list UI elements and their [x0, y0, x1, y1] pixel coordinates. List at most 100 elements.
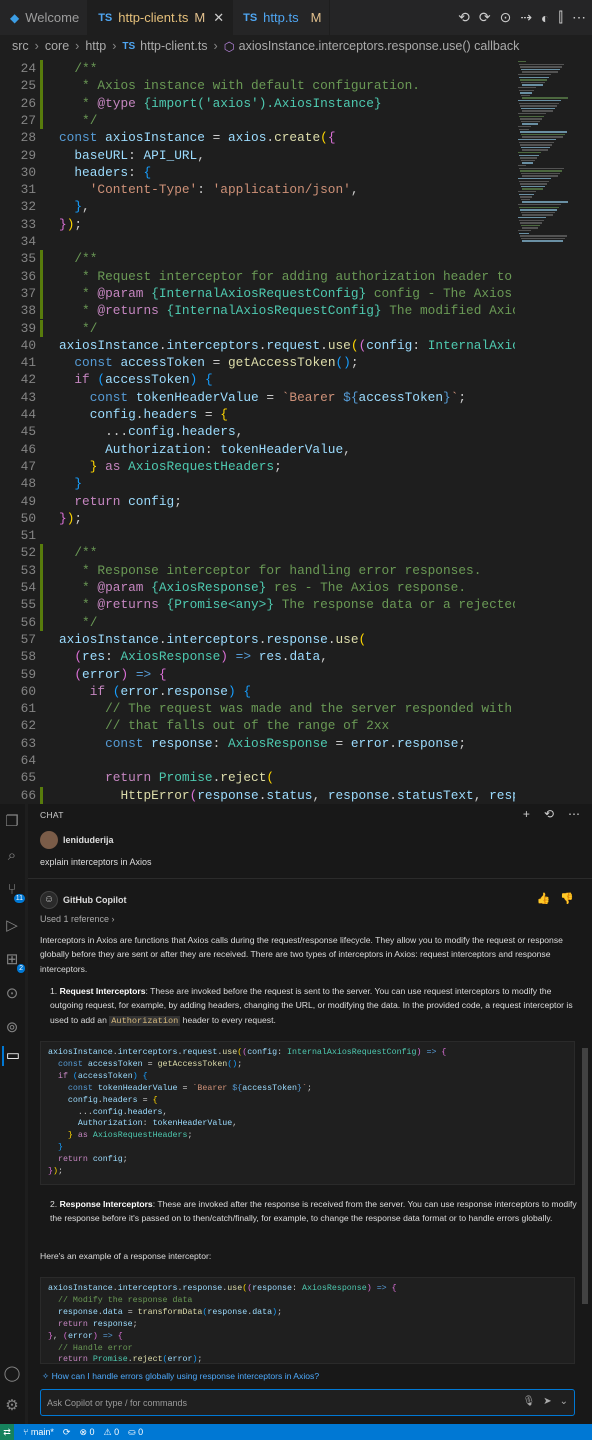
code-line[interactable]: 26 * @type {import('axios').AxiosInstanc… [0, 94, 515, 112]
code-line[interactable]: 25 * Axios instance with default configu… [0, 77, 515, 95]
code-line[interactable]: 46 Authorization: tokenHeaderValue, [0, 441, 515, 458]
code-line[interactable]: 61 // The request was made and the serve… [0, 700, 515, 717]
breadcrumb-http[interactable]: http [85, 39, 106, 53]
code-line[interactable]: 53 * Response interceptor for handling e… [0, 561, 515, 579]
go-back-icon[interactable]: ⟳ [479, 9, 491, 26]
branch-indicator[interactable]: ⑂ main* [23, 1427, 54, 1437]
code-line[interactable]: 64 [0, 752, 515, 769]
tab-http-client[interactable]: TS http-client.ts M ✕ [88, 0, 234, 35]
code-line[interactable]: 52 /** [0, 544, 515, 562]
code-line[interactable]: 24 /** [0, 60, 515, 78]
code-line[interactable]: 54 * @param {AxiosResponse} res - The Ax… [0, 579, 515, 597]
code-line[interactable]: 59 (error) => { [0, 666, 515, 683]
code-line[interactable]: 47 } as AxiosRequestHeaders; [0, 458, 515, 475]
remote-indicator[interactable]: ⇄ [0, 1424, 14, 1440]
code-line[interactable]: 55 * @returns {Promise<any>} The respons… [0, 596, 515, 614]
chevron-down-icon[interactable]: ⌄ [560, 1396, 568, 1407]
split-editor-icon[interactable]: ⫿ [559, 9, 563, 26]
code-line[interactable]: 43 const tokenHeaderValue = `Bearer ${ac… [0, 389, 515, 406]
code-text: /** [74, 251, 98, 267]
code-text: axiosInstance.interceptors.response.use( [59, 631, 367, 647]
code-line[interactable]: 58 (res: AxiosResponse) => res.data, [0, 648, 515, 665]
code-line[interactable]: 62 // that falls out of the range of 2xx [0, 717, 515, 734]
code-line[interactable]: 60 if (error.response) { [0, 683, 515, 700]
more-actions-icon[interactable]: ⋯ [572, 9, 586, 26]
used-references[interactable]: Used 1 reference › [40, 914, 115, 924]
source-control-icon[interactable]: ⑂ 11 [2, 880, 25, 903]
code-line[interactable]: 31 'Content-Type': 'application/json', [0, 181, 515, 198]
code-line[interactable]: 35 /** [0, 250, 515, 268]
code-line[interactable]: 57 axiosInstance.interceptors.response.us… [0, 631, 515, 648]
editor-scrollbar[interactable] [582, 57, 592, 804]
minimap-line [518, 191, 536, 193]
git-graph-icon[interactable]: ⊙ [2, 984, 22, 1004]
explorer-icon[interactable]: ❐ [2, 812, 22, 832]
code-line[interactable]: 41 const accessToken = getAccessToken(); [0, 354, 515, 371]
minimap[interactable] [515, 57, 575, 804]
run-debug-icon[interactable]: ▷ [2, 916, 22, 936]
breadcrumb-file[interactable]: http-client.ts [140, 39, 207, 53]
chat-input-box[interactable]: 🎙 ➤ ⌄ [40, 1389, 575, 1416]
send-icon[interactable]: ➤ [543, 1396, 551, 1407]
go-forward-icon[interactable]: ⇢ [520, 9, 532, 26]
tab-http[interactable]: TS http.ts M [233, 0, 331, 35]
copilot-icon[interactable]: ◐ [541, 10, 549, 26]
code-line[interactable]: 32 }, [0, 198, 515, 215]
code-line[interactable]: 29 baseURL: API_URL, [0, 147, 515, 164]
code-line[interactable]: 63 const response: AxiosResponse = error… [0, 735, 515, 752]
more-icon[interactable]: ⋯ [568, 807, 580, 821]
ports-indicator[interactable]: ⛀ 0 [128, 1427, 143, 1438]
thumbs-down-icon[interactable]: 👎 [560, 892, 574, 905]
compare-icon[interactable]: ⟲ [458, 9, 470, 26]
sync-icon[interactable]: ⟳ [63, 1427, 71, 1438]
code-line[interactable]: 48 } [0, 475, 515, 492]
branch-name: main* [30, 1427, 54, 1437]
followup-suggestion[interactable]: ✧ How can I handle errors globally using… [42, 1371, 319, 1382]
code-line[interactable]: 66 HttpError(response.status, response.s… [0, 786, 515, 804]
chat-scrollbar[interactable] [582, 1048, 588, 1304]
code-line[interactable]: 51 [0, 527, 515, 544]
code-line[interactable]: 30 headers: { [0, 164, 515, 181]
code-line[interactable]: 40 axiosInstance.interceptors.request.use… [0, 337, 515, 354]
breadcrumb-symbol[interactable]: axiosInstance.interceptors.response.use(… [239, 39, 520, 53]
code-text: const tokenHeaderValue = `Bearer ${acces… [89, 389, 467, 405]
errors-indicator[interactable]: ⊗ 0 [79, 1427, 94, 1438]
code-line[interactable]: 33}); [0, 216, 515, 233]
code-line[interactable]: 34 [0, 233, 515, 250]
minimap-line [520, 222, 542, 224]
new-chat-icon[interactable]: + [523, 807, 530, 821]
code-line[interactable]: 38 * @returns {InternalAxiosRequestConfi… [0, 302, 515, 320]
tab-welcome[interactable]: ◆ Welcome [0, 0, 89, 35]
code-line[interactable]: 50}); [0, 510, 515, 527]
account-icon[interactable]: ◯ [2, 1364, 22, 1384]
breadcrumb-core[interactable]: core [45, 39, 69, 53]
extensions-icon[interactable]: ⊞ 2 [2, 950, 25, 973]
warnings-indicator[interactable]: ⚠ 0 [104, 1427, 120, 1438]
close-icon[interactable]: ✕ [213, 10, 224, 26]
microphone-icon[interactable]: 🎙 [523, 1396, 536, 1407]
history-icon[interactable]: ⟲ [544, 807, 554, 821]
code-line[interactable]: 42 if (accessToken) { [0, 371, 515, 388]
thumbs-up-icon[interactable]: 👍 [537, 892, 551, 905]
code-line[interactable]: 45 ...config.headers, [0, 423, 515, 440]
chat-icon[interactable]: ▭ [2, 1046, 22, 1066]
code-line[interactable]: 49 return config; [0, 493, 515, 510]
code-line[interactable]: 27 */ [0, 111, 515, 130]
code-line[interactable]: 56 */ [0, 613, 515, 631]
code-block-request[interactable]: axiosInstance.interceptors.request.use((… [40, 1041, 575, 1185]
search-icon[interactable]: ⌕ [2, 846, 22, 866]
remote-explorer-icon[interactable]: ⊚ [2, 1018, 22, 1038]
code-line[interactable]: 44 config.headers = { [0, 406, 515, 423]
chat-input[interactable] [47, 1396, 507, 1410]
breadcrumb-src[interactable]: src [12, 39, 29, 53]
minimap-line [521, 146, 550, 149]
code-line[interactable]: 28 const axiosInstance = axios.create({ [0, 129, 515, 146]
code-line[interactable]: 39 */ [0, 319, 515, 337]
timeline-icon[interactable]: ⊙ [500, 9, 512, 26]
code-line[interactable]: 37 * @param {InternalAxiosRequestConfig}… [0, 284, 515, 303]
code-editor[interactable]: 69 return Promise.reject(error);68💡 }67 … [0, 57, 592, 804]
code-line[interactable]: 65 return Promise.reject( [0, 769, 515, 786]
settings-gear-icon[interactable]: ⚙ [2, 1396, 22, 1416]
code-line[interactable]: 36 * Request interceptor for adding auth… [0, 267, 515, 285]
code-block-response[interactable]: axiosInstance.interceptors.response.use(… [40, 1277, 575, 1364]
